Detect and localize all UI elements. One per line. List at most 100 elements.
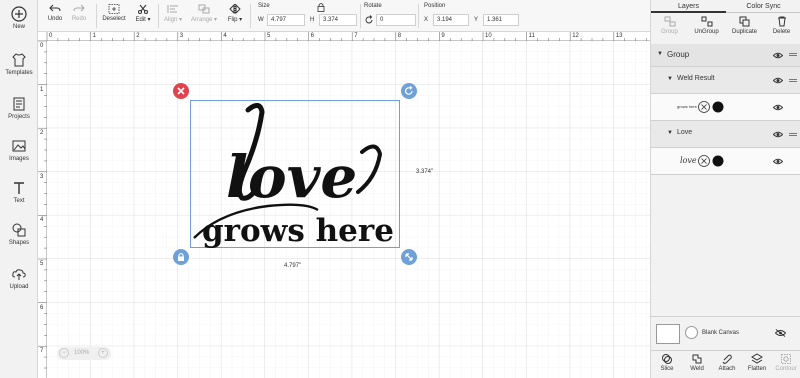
ruler-top-number: 10 xyxy=(485,33,492,39)
new-label: New xyxy=(12,24,25,30)
templates-label: Templates xyxy=(5,70,33,76)
x-input[interactable]: 3.194 xyxy=(433,14,469,26)
deselect-button[interactable]: Deselect xyxy=(100,0,128,32)
drag-handle-icon[interactable] xyxy=(789,79,797,82)
rotate-input[interactable]: 0 xyxy=(376,14,416,26)
contour-label: Contour xyxy=(775,366,797,372)
resize-handle[interactable] xyxy=(401,249,417,265)
expand-arrow-icon[interactable]: ▼ xyxy=(667,76,673,82)
duplicate-icon xyxy=(739,16,749,27)
design-space-app: New Templates Projects Images Text Shape… xyxy=(0,0,800,378)
scissors-icon xyxy=(138,4,148,14)
templates-button[interactable]: Templates xyxy=(0,52,38,76)
arrange-menu[interactable]: Arrange ▾ xyxy=(188,0,220,32)
design-canvas[interactable]: 0 1 2 3 4 5 6 7 8 9 10 11 12 13 01234567 love grows h… xyxy=(38,32,650,378)
tab-color-sync[interactable]: Color Sync xyxy=(726,0,800,13)
flip-label: Flip ▾ xyxy=(227,17,243,23)
layer-weld-thumbnail-row[interactable]: grows here xyxy=(651,94,800,121)
layer-group[interactable]: ▼ Group xyxy=(651,44,800,67)
eye-icon[interactable] xyxy=(773,52,783,59)
ruler-top-number: 0 xyxy=(49,33,53,39)
shapes-label: Shapes xyxy=(8,240,30,246)
height-input[interactable]: 3.374 xyxy=(319,14,357,26)
layer-love[interactable]: ▼ Love xyxy=(651,121,800,148)
flatten-label: Flatten xyxy=(747,366,767,372)
cut-operation-icon[interactable] xyxy=(698,155,710,167)
weld-button[interactable]: Weld xyxy=(682,353,712,372)
rotate-label: Rotate xyxy=(364,3,382,9)
drag-handle-icon[interactable] xyxy=(789,53,797,56)
tab-layers[interactable]: Layers xyxy=(651,0,726,13)
duplicate-button[interactable]: Duplicate xyxy=(726,16,763,35)
upload-button[interactable]: Upload xyxy=(0,266,38,290)
layer-love-thumbnail-row[interactable]: love xyxy=(651,148,800,175)
eye-icon[interactable] xyxy=(773,77,783,84)
ruler-left-number: 0 xyxy=(40,43,44,49)
duplicate-label: Duplicate xyxy=(731,29,757,35)
close-icon xyxy=(177,87,185,95)
redo-button[interactable]: Redo xyxy=(68,0,90,32)
love-grows-here-design[interactable]: love grows here xyxy=(190,100,402,250)
drag-handle-icon[interactable] xyxy=(789,133,797,136)
projects-label: Projects xyxy=(8,114,30,120)
flatten-button[interactable]: Flatten xyxy=(742,353,772,372)
expand-arrow-icon[interactable]: ▼ xyxy=(667,130,673,136)
ungroup-button[interactable]: UnGroup xyxy=(688,16,725,35)
new-button[interactable]: New xyxy=(0,6,38,30)
undo-button[interactable]: Undo xyxy=(44,0,66,32)
layer-weld-result[interactable]: ▼ Weld Result xyxy=(651,67,800,94)
undo-label: Undo xyxy=(47,16,63,22)
eye-icon[interactable] xyxy=(773,131,783,138)
attach-button[interactable]: Attach xyxy=(712,353,742,372)
flip-menu[interactable]: Flip ▾ xyxy=(224,0,246,32)
slice-button[interactable]: Slice xyxy=(652,353,682,372)
weld-label: Weld xyxy=(690,366,704,372)
canvas-swatch[interactable] xyxy=(656,324,680,344)
attach-label: Attach xyxy=(718,366,736,372)
trash-icon xyxy=(777,16,786,27)
text-label: Text xyxy=(13,198,25,204)
zoom-out-button[interactable]: − xyxy=(59,348,69,358)
width-input[interactable]: 4.797 xyxy=(267,14,305,26)
rotate-handle[interactable] xyxy=(401,83,417,99)
delete-handle[interactable] xyxy=(173,83,189,99)
images-button[interactable]: Images xyxy=(0,138,38,162)
eye-hidden-icon[interactable] xyxy=(775,329,786,337)
y-input[interactable]: 1.361 xyxy=(483,14,519,26)
height-dimension: 3.374" xyxy=(416,169,434,175)
weld-icon xyxy=(692,354,702,364)
align-menu[interactable]: Align ▾ xyxy=(160,0,186,32)
ruler-left-number: 7 xyxy=(40,348,44,355)
projects-button[interactable]: Projects xyxy=(0,96,38,120)
deselect-label: Deselect xyxy=(102,16,126,22)
group-button[interactable]: Group xyxy=(651,16,688,35)
edit-menu[interactable]: Edit ▾ xyxy=(130,0,156,32)
group-label: Group xyxy=(661,29,678,35)
canvas-color-icon[interactable] xyxy=(685,326,698,339)
cut-operation-icon[interactable] xyxy=(698,101,710,113)
delete-button[interactable]: Delete xyxy=(763,16,800,35)
size-label: Size xyxy=(258,3,270,9)
lock-handle[interactable] xyxy=(173,249,189,265)
eye-icon[interactable] xyxy=(773,158,783,165)
text-button[interactable]: Text xyxy=(0,180,38,204)
bottom-toolbar: Slice Weld Attach Flatten Contour xyxy=(651,350,800,378)
ruler-top-number: 1 xyxy=(92,33,96,39)
expand-arrow-icon[interactable]: ▼ xyxy=(657,51,663,57)
divider xyxy=(250,4,251,28)
arrange-icon xyxy=(198,4,210,14)
lock-icon[interactable] xyxy=(316,2,326,12)
eye-icon[interactable] xyxy=(773,104,783,111)
design-word-grows-here: grows here xyxy=(202,213,394,249)
width-dimension: 4.797" xyxy=(284,263,302,269)
divider xyxy=(96,4,97,28)
text-icon xyxy=(14,182,24,194)
zoom-in-button[interactable]: + xyxy=(98,348,108,358)
color-swatch-icon[interactable] xyxy=(712,101,724,113)
y-label: Y xyxy=(474,17,479,23)
color-swatch-icon[interactable] xyxy=(712,155,724,167)
contour-button[interactable]: Contour xyxy=(771,353,800,372)
shapes-icon xyxy=(12,223,26,237)
shapes-button[interactable]: Shapes xyxy=(0,222,38,246)
blank-canvas-row[interactable]: Blank Canvas xyxy=(651,316,800,350)
